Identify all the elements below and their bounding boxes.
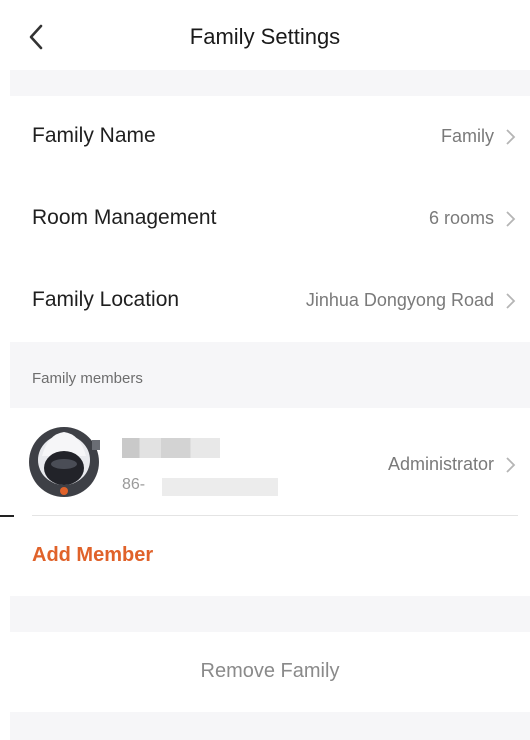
edge-marker	[0, 515, 14, 517]
remove-family-button[interactable]: Remove Family	[10, 632, 530, 712]
family-name-value: Family	[441, 126, 494, 146]
member-name-redacted	[122, 438, 220, 458]
chevron-right-icon	[506, 457, 516, 473]
member-phone-redacted	[162, 478, 278, 496]
member-role: Administrator	[387, 454, 494, 474]
divider	[32, 515, 518, 516]
chevron-right-icon	[506, 293, 516, 309]
section-gap	[10, 596, 530, 632]
family-location-row[interactable]: Family Location Jinhua Dongyong Road	[10, 260, 530, 342]
family-name-row[interactable]: Family Name Family	[10, 96, 530, 178]
add-member-button[interactable]: Add Member	[32, 544, 153, 567]
member-phone-prefix: 86-	[122, 476, 146, 493]
remove-family-label: Remove Family	[200, 660, 340, 682]
page-title: Family Settings	[189, 24, 341, 49]
room-management-row[interactable]: Room Management 6 rooms	[10, 178, 530, 260]
family-members-heading: Family members	[32, 370, 143, 387]
room-management-label: Room Management	[32, 206, 217, 229]
bottom-gap	[10, 712, 530, 740]
member-list-item[interactable]: 86- Administrator	[10, 408, 530, 516]
chevron-right-icon	[506, 211, 516, 227]
top-bar: Family Settings	[0, 0, 530, 70]
avatar	[29, 427, 100, 497]
chevron-right-icon	[506, 129, 516, 145]
room-count-value: 6 rooms	[428, 208, 494, 228]
family-location-label: Family Location	[32, 288, 180, 311]
family-location-value: Jinhua Dongyong Road	[305, 290, 494, 310]
section-gap	[10, 70, 530, 96]
family-name-label: Family Name	[32, 124, 156, 147]
